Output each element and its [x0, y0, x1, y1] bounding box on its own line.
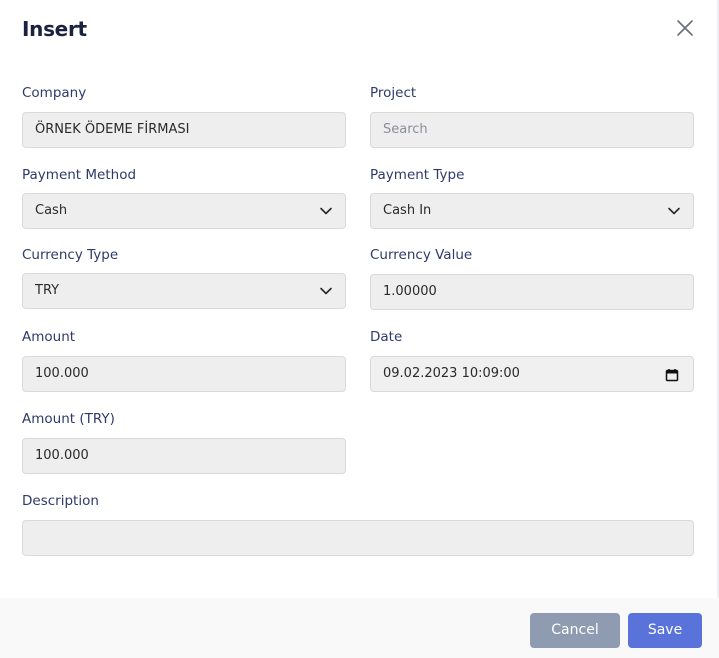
project-label: Project [370, 85, 417, 101]
date-input[interactable]: 09.02.2023 10:09:00 [370, 356, 694, 392]
description-input[interactable] [22, 520, 694, 556]
company-label: Company [22, 85, 87, 101]
amount-input[interactable]: 100.000 [22, 356, 346, 392]
cancel-button[interactable]: Cancel [530, 613, 620, 648]
date-label: Date [370, 329, 403, 345]
close-icon[interactable] [673, 16, 697, 40]
company-field[interactable]: ÖRNEK ÖDEME FİRMASI [22, 112, 346, 148]
amount-try-input[interactable]: 100.000 [22, 438, 346, 474]
payment-method-value: Cash [35, 203, 68, 218]
payment-type-select[interactable]: Cash In [370, 193, 694, 229]
amount-value: 100.000 [35, 366, 89, 381]
modal-header: Insert [22, 14, 719, 44]
chevron-down-icon [320, 207, 332, 215]
payment-method-label: Payment Method [22, 167, 137, 183]
amount-try-value: 100.000 [35, 448, 89, 463]
modal-footer: Cancel Save [0, 598, 719, 658]
currency-value-text: 1.00000 [383, 284, 437, 299]
amount-label: Amount [22, 329, 76, 345]
project-placeholder: Search [383, 122, 428, 137]
save-button[interactable]: Save [628, 613, 702, 648]
company-value: ÖRNEK ÖDEME FİRMASI [35, 122, 190, 137]
insert-modal: Insert Company ÖRNEK ÖDEME FİRMASI Proje… [0, 0, 719, 658]
currency-type-label: Currency Type [22, 247, 119, 263]
currency-type-select[interactable]: TRY [22, 273, 346, 309]
calendar-icon[interactable] [665, 368, 679, 382]
currency-type-value: TRY [35, 283, 60, 298]
payment-type-value: Cash In [383, 203, 432, 218]
modal-title: Insert [22, 17, 87, 41]
description-label: Description [22, 493, 99, 509]
amount-try-label: Amount (TRY) [22, 411, 115, 427]
chevron-down-icon [320, 287, 332, 295]
currency-value-label: Currency Value [370, 247, 473, 263]
currency-value-input[interactable]: 1.00000 [370, 274, 694, 310]
chevron-down-icon [668, 207, 680, 215]
date-value: 09.02.2023 10:09:00 [383, 366, 520, 381]
project-search-input[interactable]: Search [370, 112, 694, 148]
payment-method-select[interactable]: Cash [22, 193, 346, 229]
payment-type-label: Payment Type [370, 167, 465, 183]
